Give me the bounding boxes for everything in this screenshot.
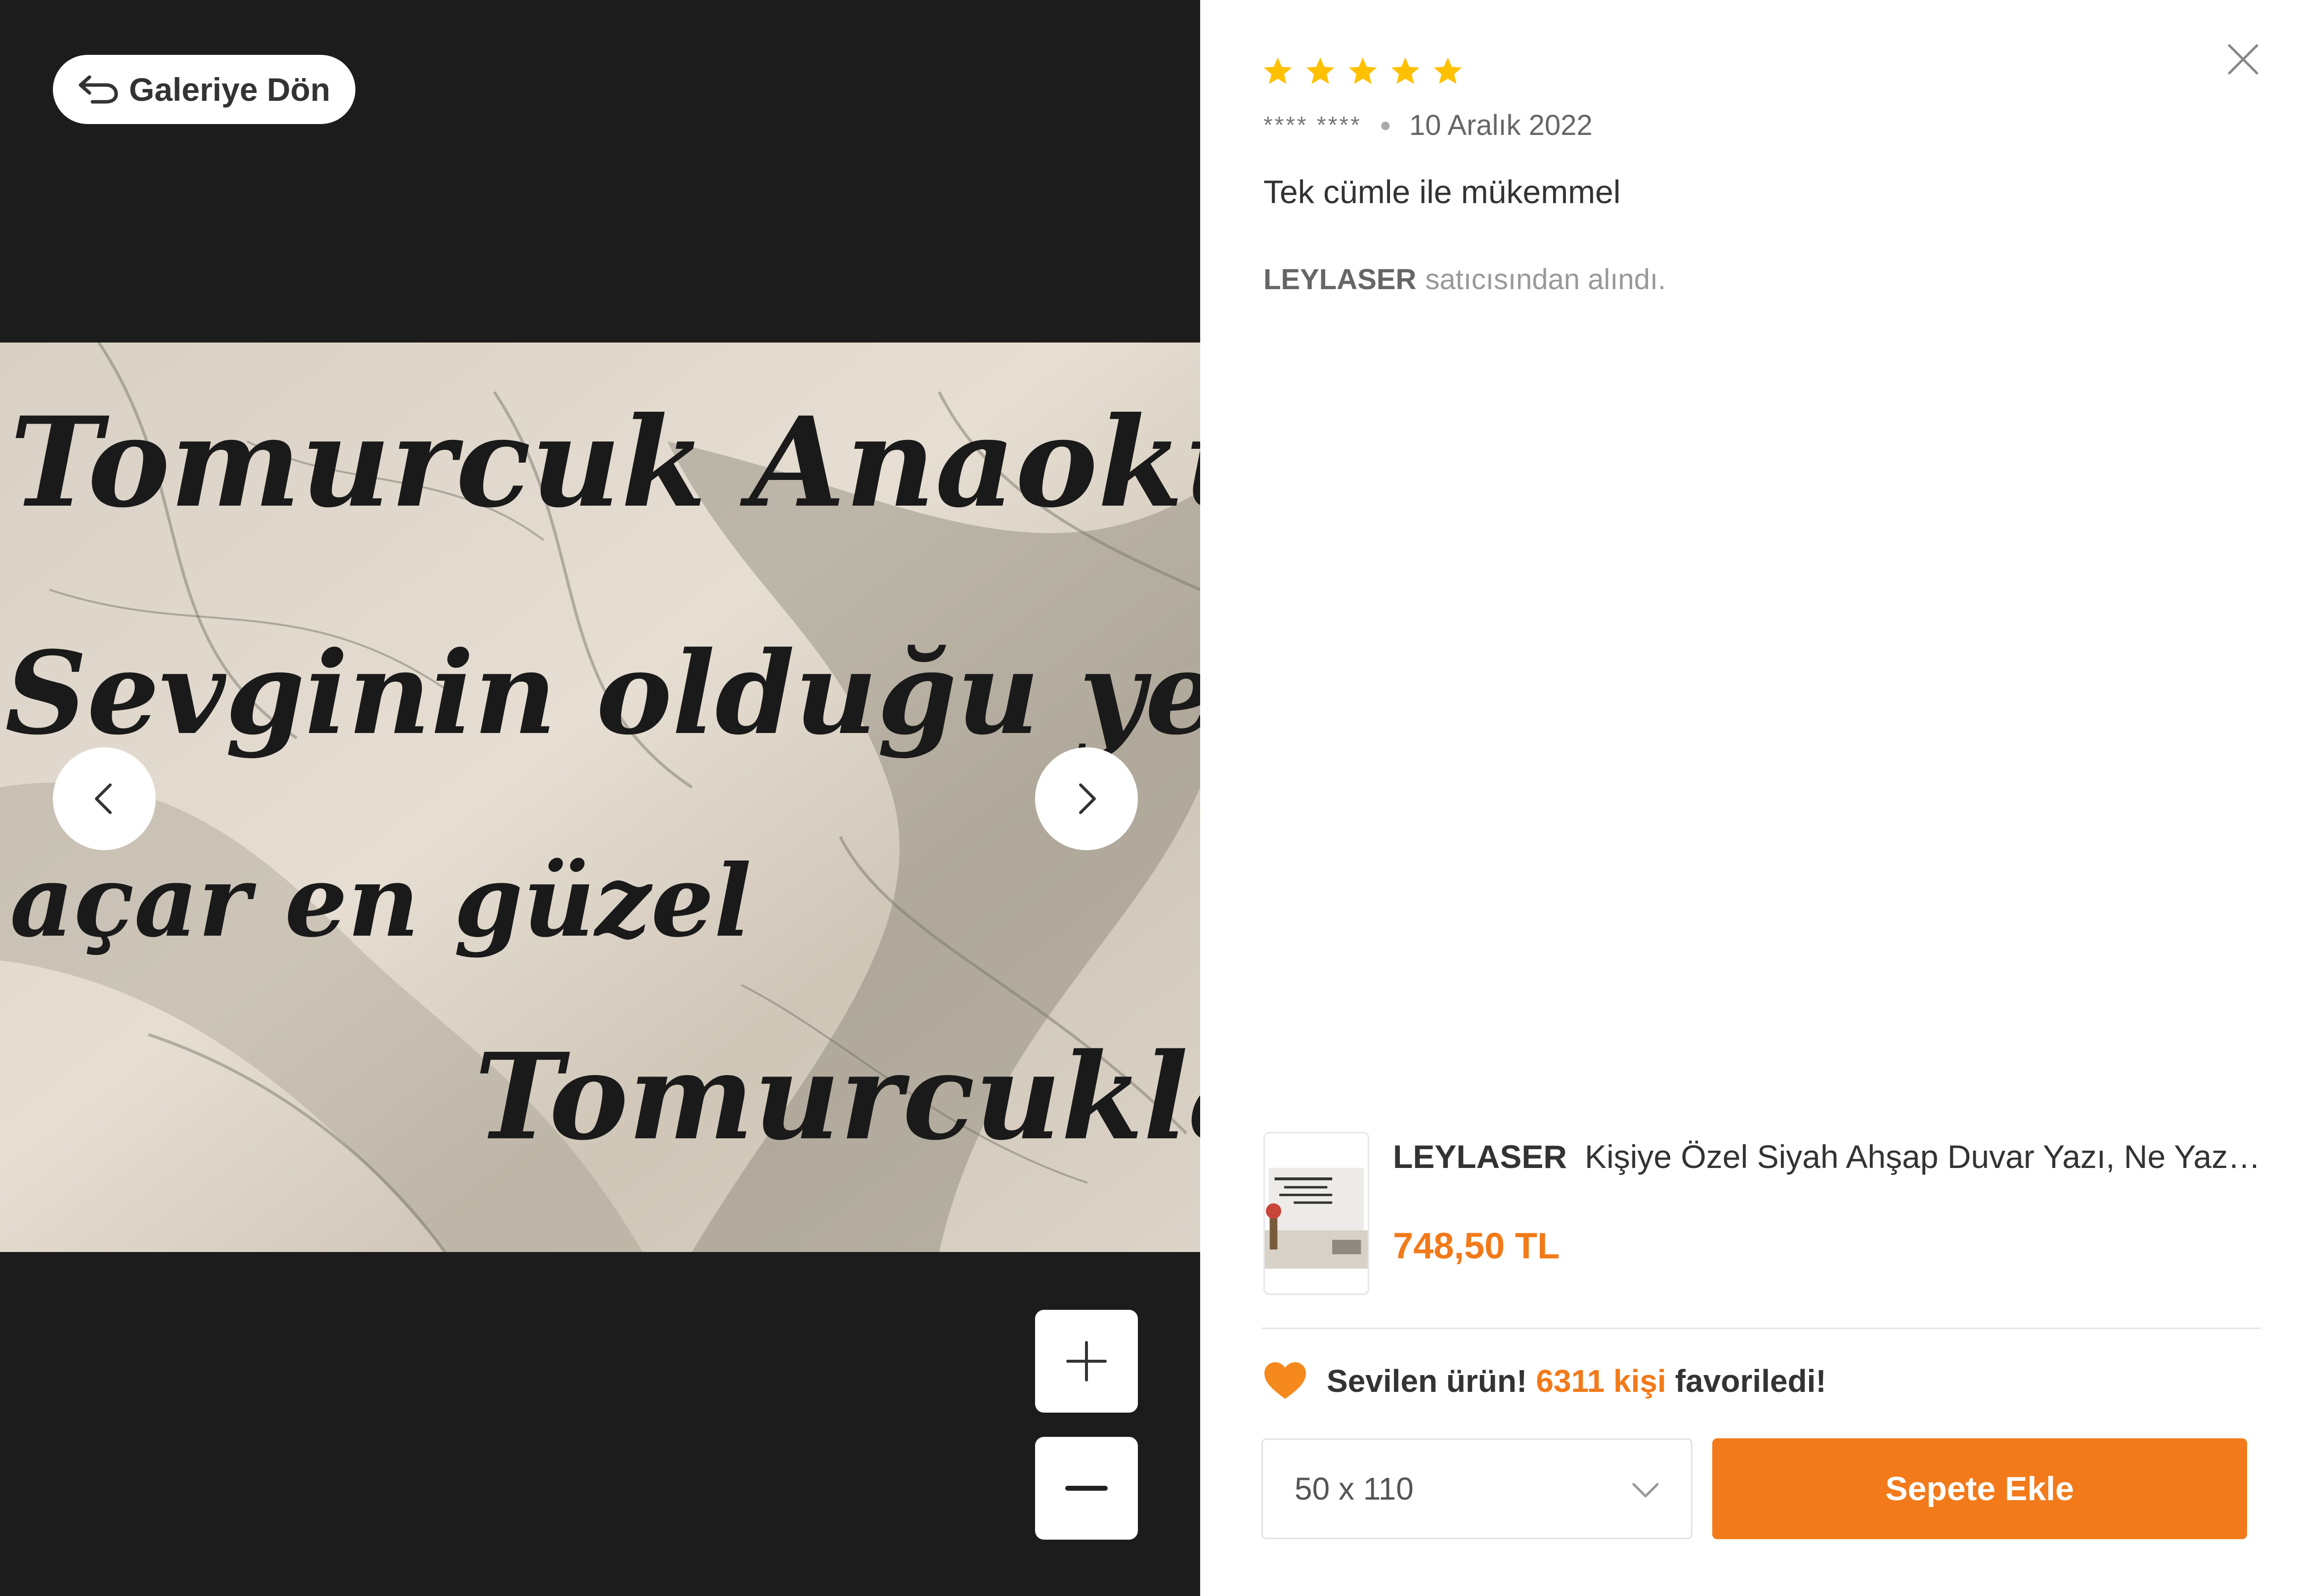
product-card[interactable]: LEYLASER Kişiye Özel Siyah Ahşap Duvar Ya… bbox=[1263, 1132, 2268, 1295]
product-thumbnail[interactable] bbox=[1263, 1132, 1369, 1295]
favorite-count: 6311 kişi bbox=[1536, 1363, 1666, 1399]
photo-line-3: açar en güzel bbox=[10, 843, 751, 959]
product-brand: LEYLASER bbox=[1393, 1138, 1567, 1175]
popularity-banner: Sevilen ürün! 6311 kişi favoriledi! bbox=[1261, 1357, 1826, 1405]
photo-line-2: Sevginin olduğu yerde bbox=[5, 627, 1200, 760]
review-comment: Tek cümle ile mükemmel bbox=[1263, 173, 1621, 210]
add-to-cart-button[interactable]: Sepete Ekle bbox=[1712, 1438, 2247, 1539]
close-icon bbox=[2228, 44, 2258, 75]
return-arrow-icon bbox=[79, 75, 118, 104]
popularity-prefix: Sevilen ürün! bbox=[1327, 1363, 1527, 1399]
next-image-button[interactable] bbox=[1035, 747, 1138, 850]
back-to-gallery-label: Galeriye Dön bbox=[129, 71, 331, 108]
zoom-in-button[interactable] bbox=[1035, 1310, 1138, 1413]
reviewer-name: **** **** bbox=[1263, 112, 1362, 138]
seller-suffix: satıcısından alındı. bbox=[1425, 263, 1666, 296]
star-icon bbox=[1263, 57, 1292, 84]
seller-name[interactable]: LEYLASER bbox=[1263, 263, 1416, 296]
review-meta: **** **** ● 10 Aralık 2022 bbox=[1263, 109, 1593, 142]
chevron-right-icon bbox=[1079, 783, 1096, 814]
star-rating bbox=[1261, 55, 1464, 88]
photo-line-1: Tomurcuk Anaokulu bbox=[10, 389, 1200, 535]
minus-icon bbox=[1065, 1486, 1108, 1491]
star-icon bbox=[1391, 57, 1420, 84]
plus-icon bbox=[1066, 1341, 1107, 1381]
product-thumbnail-image bbox=[1265, 1134, 1368, 1293]
close-button[interactable] bbox=[2223, 40, 2263, 79]
meta-separator: ● bbox=[1379, 114, 1391, 136]
review-photo: Tomurcuk Anaokulu Sevginin olduğu yerde … bbox=[0, 343, 1200, 1252]
divider bbox=[1261, 1328, 2261, 1329]
product-name: Kişiye Özel Siyah Ahşap Duvar Yazı, Ne Y… bbox=[1585, 1138, 2268, 1175]
size-dropdown-value: 50 x 110 bbox=[1295, 1471, 1414, 1507]
chevron-down-icon bbox=[1632, 1483, 1659, 1498]
review-panel: **** **** ● 10 Aralık 2022 Tek cümle ile… bbox=[1200, 0, 2297, 1596]
gallery-panel: Tomurcuk Anaokulu Sevginin olduğu yerde … bbox=[0, 0, 1200, 1596]
orange-heart-icon bbox=[1264, 1362, 1306, 1399]
previous-image-button[interactable] bbox=[53, 747, 156, 850]
photo-line-4: Tomurcuklar bbox=[475, 1027, 1200, 1166]
size-dropdown[interactable]: 50 x 110 bbox=[1261, 1438, 1692, 1539]
back-to-gallery-button[interactable]: Galeriye Dön bbox=[53, 55, 355, 124]
chevron-left-icon bbox=[95, 783, 112, 814]
product-price: 748,50 TL bbox=[1393, 1225, 1560, 1266]
review-date: 10 Aralık 2022 bbox=[1409, 109, 1593, 141]
marble-sign-photo: Tomurcuk Anaokulu Sevginin olduğu yerde … bbox=[0, 343, 1200, 1252]
star-icon bbox=[1348, 57, 1377, 84]
seller-info: LEYLASER satıcısından alındı. bbox=[1263, 263, 1666, 296]
zoom-out-button[interactable] bbox=[1035, 1437, 1138, 1540]
star-icon bbox=[1306, 57, 1335, 84]
popularity-suffix: favoriledi! bbox=[1675, 1363, 1826, 1399]
product-title[interactable]: LEYLASER Kişiye Özel Siyah Ahşap Duvar Ya… bbox=[1393, 1132, 2268, 1181]
star-icon bbox=[1433, 57, 1462, 84]
